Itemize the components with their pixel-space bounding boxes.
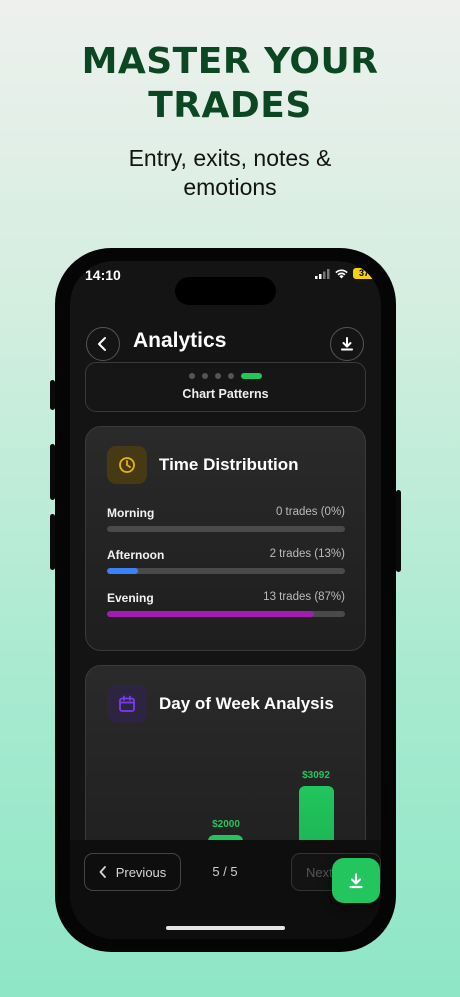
progress-track <box>107 611 345 617</box>
subline-line-2: emotions <box>183 174 277 200</box>
pagination-dot[interactable] <box>228 373 234 379</box>
battery-icon: 37 <box>353 268 375 279</box>
clock-icon <box>119 457 135 473</box>
progress-fill <box>107 568 138 574</box>
headline: MASTER YOUR TRADES <box>0 40 460 128</box>
progress-track <box>107 526 345 532</box>
side-button-volume-up <box>50 444 55 500</box>
pagination-dot[interactable] <box>202 373 208 379</box>
pagination-dot[interactable] <box>215 373 221 379</box>
time-row-label: Afternoon <box>107 548 165 562</box>
progress-fill <box>107 611 315 617</box>
previous-label: Previous <box>115 864 167 880</box>
time-distribution-title: Time Distribution <box>159 455 299 474</box>
phone-frame: 14:10 37 Analytics Chart Patterns Time D… <box>50 248 401 952</box>
status-time: 14:10 <box>85 267 121 283</box>
time-distribution-card: Time Distribution Morning 0 trades (0%) … <box>85 426 366 651</box>
export-fab[interactable] <box>332 858 380 903</box>
pattern-selector[interactable]: Chart Patterns <box>85 362 366 412</box>
top-bar: Analytics <box>70 327 381 361</box>
pagination-dot[interactable] <box>189 373 195 379</box>
subline-line-1: Entry, exits, notes & <box>128 145 332 171</box>
time-row-value: 13 trades (87%) <box>263 591 345 603</box>
dow-bar-label: $3092 <box>302 770 330 781</box>
page-title: Analytics <box>133 329 227 352</box>
time-distribution-icon-box <box>107 446 147 484</box>
download-icon <box>341 337 353 351</box>
status-icons: 37 <box>315 268 375 279</box>
headline-line-1: MASTER YOUR <box>81 41 379 82</box>
back-button[interactable] <box>86 327 120 361</box>
download-icon <box>349 872 363 888</box>
pagination-dot-active[interactable] <box>241 373 262 379</box>
pattern-label: Chart Patterns <box>182 387 269 401</box>
headline-line-2: TRADES <box>148 85 312 126</box>
download-button[interactable] <box>330 327 364 361</box>
page-count: 5 / 5 <box>212 864 238 879</box>
progress-track <box>107 568 345 574</box>
time-row-label: Evening <box>107 591 154 605</box>
next-label: Next <box>306 864 333 880</box>
chevron-left-icon <box>98 337 106 351</box>
side-button-power <box>396 490 401 572</box>
time-row-label: Morning <box>107 506 155 520</box>
pagination-dots <box>86 373 365 379</box>
chevron-left-icon <box>99 866 106 878</box>
phone-screen: 14:10 37 Analytics Chart Patterns Time D… <box>70 261 381 939</box>
day-of-week-icon-box <box>107 685 147 723</box>
home-indicator[interactable] <box>166 926 285 930</box>
side-button-action <box>50 380 55 410</box>
side-button-volume-down <box>50 514 55 570</box>
calendar-icon <box>119 695 135 712</box>
time-row-value: 0 trades (0%) <box>275 506 345 518</box>
time-row-value: 2 trades (13%) <box>269 548 345 560</box>
wifi-icon <box>335 269 348 279</box>
dow-bar-label: $2000 <box>212 819 240 831</box>
dynamic-island <box>175 277 276 305</box>
day-of-week-title: Day of Week Analysis <box>159 694 334 713</box>
previous-button[interactable]: Previous <box>84 853 181 891</box>
cellular-signal-icon <box>315 268 330 279</box>
subline: Entry, exits, notes & emotions <box>0 144 460 202</box>
